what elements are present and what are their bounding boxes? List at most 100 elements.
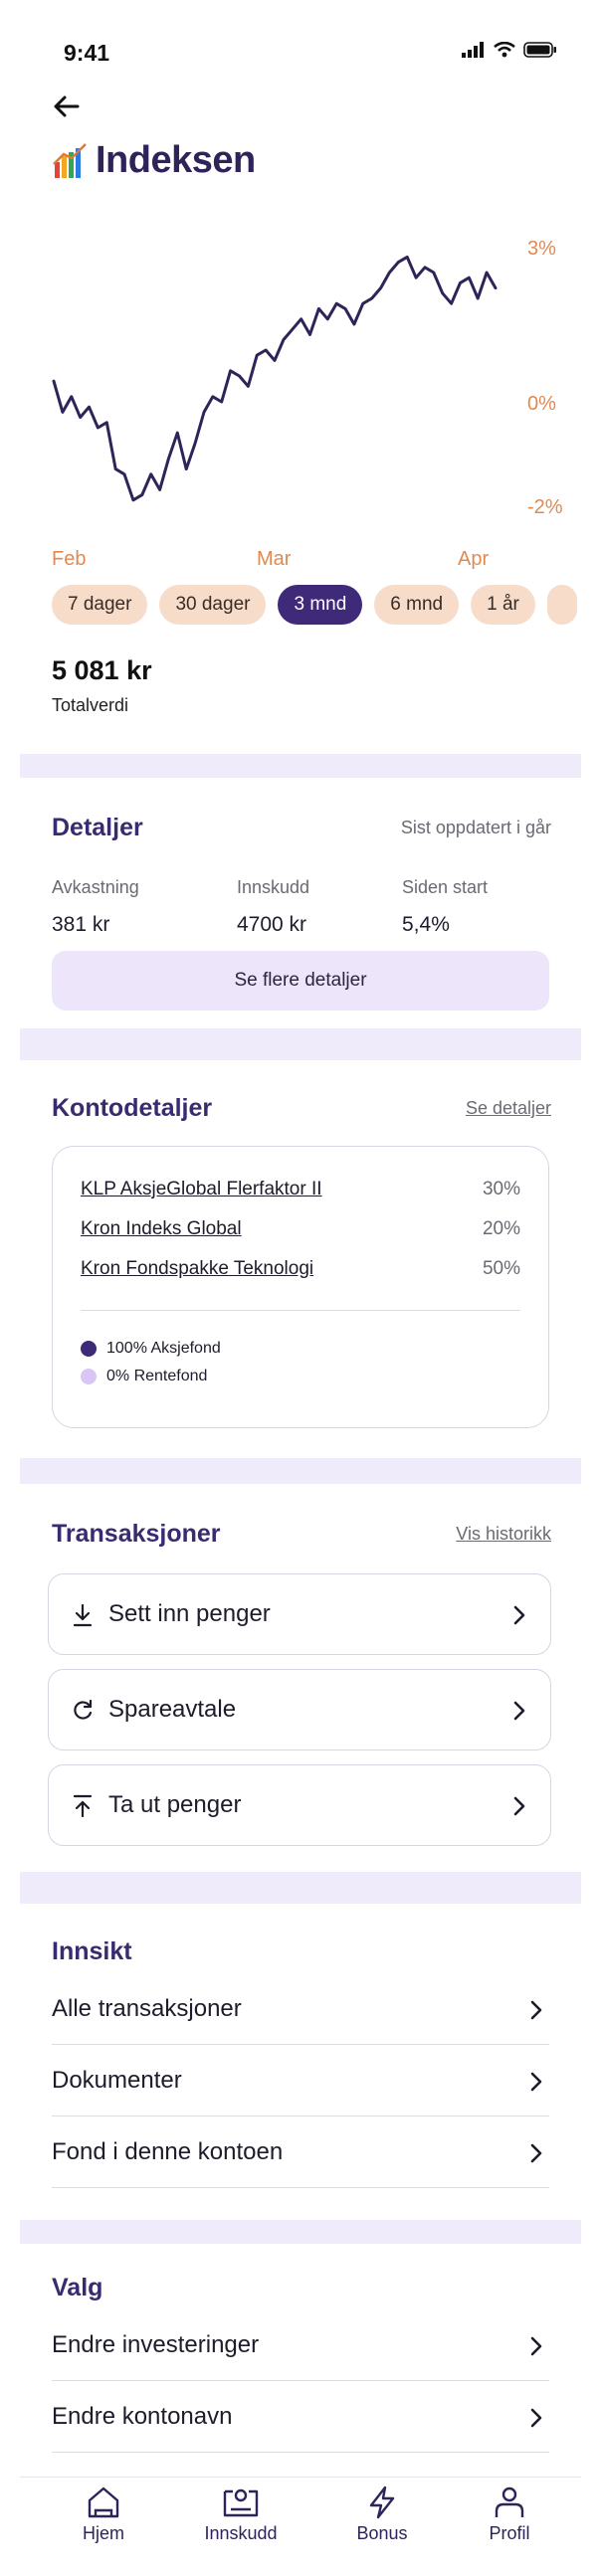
refresh-icon: [74, 1699, 93, 1720]
range-chip[interactable]: 3 mnd: [278, 585, 363, 625]
withdraw-money-button[interactable]: Ta ut penger: [48, 1764, 551, 1846]
series-line: [52, 255, 498, 502]
chevron-right-icon: [530, 2336, 542, 2356]
stat-value-deposits: 4700 kr: [237, 913, 307, 936]
fund-pct: 50%: [482, 1258, 520, 1279]
tab-deposit[interactable]: Innskudd: [191, 2485, 291, 2544]
fund-logo-icon: [53, 142, 87, 178]
legend-dot: [81, 1369, 97, 1384]
menu-label: Dokumenter: [52, 2067, 182, 2094]
legend-label: 100% Aksjefond: [106, 1340, 221, 1357]
range-chip[interactable]: 30 dager: [159, 585, 267, 625]
choices-title: Valg: [52, 2274, 103, 2301]
status-icons: [462, 42, 557, 58]
fund-pct: 20%: [482, 1218, 520, 1239]
fund-name[interactable]: Kron Indeks Global: [81, 1218, 242, 1240]
page-title: Indeksen: [96, 139, 256, 181]
tab-bar: Hjem Innskudd Bonus Profil: [20, 2477, 581, 2576]
chevron-right-icon: [530, 2000, 542, 2020]
stat-label-return: Avkastning: [52, 877, 139, 897]
header-card: 9:41 Indeksen 3% 0% -2% Feb Mar Apr 7 dager 30…: [20, 18, 581, 754]
wifi-icon: [494, 42, 515, 58]
action-label: Spareavtale: [108, 1696, 237, 1723]
action-label: Sett inn penger: [108, 1600, 271, 1627]
range-selector: 7 dager 30 dager 3 mnd 6 mnd 1 år: [52, 585, 577, 625]
details-title: Detaljer: [52, 814, 143, 841]
fund-row[interactable]: KLP AksjeGlobal Flerfaktor II 30%: [81, 1179, 520, 1208]
fund-name[interactable]: KLP AksjeGlobal Flerfaktor II: [81, 1179, 322, 1200]
stat-value-since-start: 5,4%: [402, 913, 450, 936]
transactions-title: Transaksjoner: [52, 1520, 221, 1548]
chevron-right-icon: [513, 1796, 525, 1816]
tab-bonus[interactable]: Bonus: [332, 2485, 432, 2544]
tab-home[interactable]: Hjem: [54, 2485, 153, 2544]
range-chip[interactable]: 1 år: [471, 585, 535, 625]
deposit-money-button[interactable]: Sett inn penger: [48, 1573, 551, 1655]
account-card: Kontodetaljer Se detaljer KLP AksjeGloba…: [20, 1060, 581, 1458]
arrow-left-icon[interactable]: [50, 90, 84, 123]
y-tick-label: 0%: [527, 393, 556, 415]
upload-icon: [73, 1794, 93, 1818]
insight-card: Innsikt Alle transaksjoner Dokumenter Fo…: [20, 1904, 581, 2220]
savings-agreement-button[interactable]: Spareavtale: [48, 1669, 551, 1750]
home-icon: [88, 2486, 119, 2518]
chevron-right-icon: [513, 1701, 525, 1721]
tab-label: Bonus: [356, 2523, 408, 2543]
deposit-icon: [223, 2488, 259, 2517]
title-row: Indeksen: [52, 139, 256, 182]
chevron-right-icon: [530, 2072, 542, 2092]
tab-label: Hjem: [82, 2523, 124, 2543]
chevron-right-icon: [513, 1605, 525, 1625]
view-history-link[interactable]: Vis historikk: [456, 1524, 551, 1545]
insight-title: Innsikt: [52, 1937, 132, 1965]
account-title: Kontodetaljer: [52, 1094, 213, 1122]
more-details-button[interactable]: Se flere detaljer: [52, 951, 549, 1011]
menu-item-change-account-name[interactable]: Endre kontonavn: [52, 2381, 549, 2453]
profile-icon: [495, 2486, 524, 2517]
details-card: Detaljer Sist oppdatert i går Avkastning…: [20, 778, 581, 1028]
legend-stocks: 100% Aksjefond: [81, 1340, 221, 1358]
legend-dot: [81, 1341, 97, 1357]
see-details-link[interactable]: Se detaljer: [466, 1098, 551, 1119]
menu-item-documents[interactable]: Dokumenter: [52, 2045, 549, 2116]
tab-profile[interactable]: Profil: [460, 2485, 559, 2544]
menu-item-funds-in-account[interactable]: Fond i denne kontoen: [52, 2116, 549, 2188]
battery-icon: [523, 42, 556, 58]
legend-bonds: 0% Rentefond: [81, 1368, 207, 1385]
updated-text: Sist oppdatert i går: [400, 818, 551, 837]
stat-label-since-start: Siden start: [402, 877, 489, 897]
fund-pct: 30%: [482, 1179, 520, 1199]
x-tick-label: Feb: [52, 548, 86, 570]
fund-name[interactable]: Kron Fondspakke Teknologi: [81, 1258, 313, 1280]
fund-allocation-box: KLP AksjeGlobal Flerfaktor II 30% Kron I…: [52, 1146, 549, 1428]
download-icon: [73, 1603, 93, 1627]
total-value: 5 081 kr: [52, 655, 152, 685]
x-tick-label: Mar: [257, 548, 292, 570]
tab-label: Innskudd: [204, 2523, 278, 2543]
range-chip-overflow[interactable]: [546, 585, 577, 625]
transactions-card: Transaksjoner Vis historikk Sett inn pen…: [20, 1484, 581, 1872]
fund-row[interactable]: Kron Fondspakke Teknologi 50%: [81, 1258, 520, 1288]
action-label: Ta ut penger: [108, 1791, 242, 1818]
stat-value-return: 381 kr: [52, 913, 110, 936]
tab-label: Profil: [489, 2523, 530, 2543]
menu-label: Alle transaksjoner: [52, 1995, 242, 2022]
signal-icon: [462, 42, 484, 58]
menu-item-change-investments[interactable]: Endre investeringer: [52, 2309, 549, 2381]
range-chip[interactable]: 7 dager: [52, 585, 148, 625]
stat-label-deposits: Innskudd: [237, 877, 310, 897]
menu-label: Endre kontonavn: [52, 2403, 233, 2430]
divider: [81, 1310, 520, 1311]
menu-item-all-transactions[interactable]: Alle transaksjoner: [52, 1973, 549, 2045]
x-tick-label: Apr: [458, 548, 489, 570]
y-tick-label: 3%: [527, 238, 556, 260]
phone-screen: 9:41 Indeksen 3% 0% -2% Feb Mar Apr 7 dager 30…: [20, 18, 581, 2576]
choices-card: Valg Endre investeringer Endre kontonavn: [20, 2244, 581, 2477]
lightning-icon: [369, 2485, 395, 2519]
legend-label: 0% Rentefond: [106, 1368, 208, 1384]
status-time: 9:41: [64, 40, 110, 66]
chevron-right-icon: [530, 2143, 542, 2163]
y-tick-label: -2%: [527, 496, 563, 518]
range-chip[interactable]: 6 mnd: [374, 585, 460, 625]
fund-row[interactable]: Kron Indeks Global 20%: [81, 1218, 520, 1248]
